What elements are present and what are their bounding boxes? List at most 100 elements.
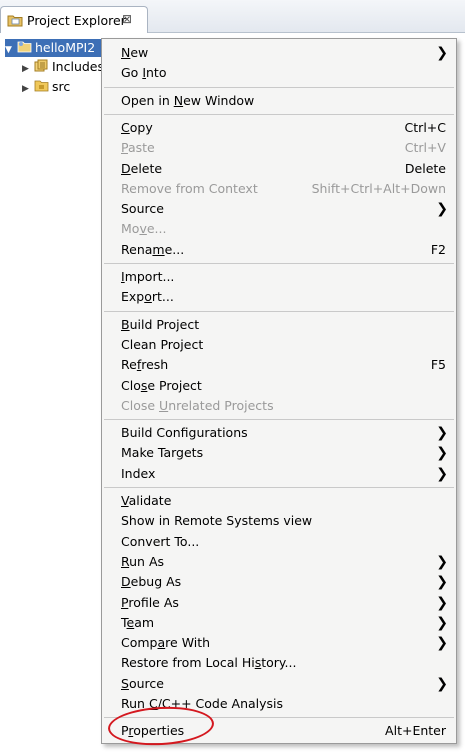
menu-item-new[interactable]: New ❯ bbox=[102, 43, 456, 63]
menu-item-remove-from-context: Remove from Context Shift+Ctrl+Alt+Down bbox=[102, 179, 456, 199]
menu-accelerator: Ctrl+C bbox=[404, 119, 446, 135]
menu-accelerator: F5 bbox=[430, 357, 446, 373]
chevron-right-icon: ❯ bbox=[436, 465, 448, 482]
chevron-right-icon: ❯ bbox=[436, 425, 448, 442]
menu-item-label: Validate bbox=[121, 493, 172, 508]
menu-item-label: Team bbox=[121, 614, 155, 630]
menu-item-delete[interactable]: Delete Delete bbox=[102, 159, 456, 179]
expand-down-icon[interactable]: ▼ bbox=[5, 41, 17, 59]
menu-item-debug-as[interactable]: Debug As ❯ bbox=[102, 572, 456, 592]
menu-item-label: Import... bbox=[121, 269, 175, 284]
chevron-right-icon: ❯ bbox=[436, 553, 448, 570]
menu-item-label: Delete bbox=[121, 160, 163, 176]
menu-item-validate[interactable]: Validate bbox=[102, 491, 456, 511]
chevron-right-icon: ❯ bbox=[436, 201, 448, 218]
menu-item-label: New bbox=[121, 45, 149, 60]
menu-item-paste: Paste Ctrl+V bbox=[102, 138, 456, 158]
tree-item[interactable]: ▶ src bbox=[22, 78, 70, 96]
menu-item-label: Copy bbox=[121, 119, 153, 135]
menu-accelerator: Alt+Enter bbox=[385, 723, 446, 739]
chevron-right-icon: ❯ bbox=[436, 635, 448, 652]
source-folder-icon bbox=[34, 79, 49, 97]
chevron-right-icon: ❯ bbox=[436, 594, 448, 611]
chevron-right-icon: ❯ bbox=[436, 45, 448, 61]
menu-item-profile-as[interactable]: Profile As ❯ bbox=[102, 593, 456, 613]
menu-item-label: Move... bbox=[121, 221, 167, 237]
tree-item[interactable]: ▶ Includes bbox=[22, 58, 104, 76]
menu-item-label: Close Project bbox=[121, 377, 202, 393]
tree-item-label: Includes bbox=[52, 59, 105, 74]
tab-project-explorer[interactable]: Project Explorer ⊠ bbox=[0, 6, 148, 33]
menu-item-team[interactable]: Team ❯ bbox=[102, 613, 456, 633]
menu-item-move: Move... bbox=[102, 219, 456, 239]
menu-item-label: Restore from Local History... bbox=[121, 655, 297, 671]
menu-item-close-project[interactable]: Close Project bbox=[102, 376, 456, 396]
chevron-right-icon: ❯ bbox=[436, 614, 448, 631]
menu-item-export[interactable]: Export... bbox=[102, 287, 456, 307]
menu-item-label: Refresh bbox=[121, 357, 169, 373]
menu-separator bbox=[104, 86, 454, 88]
menu-item-label: Rename... bbox=[121, 241, 185, 257]
menu-item-label: Open in New Window bbox=[121, 92, 255, 108]
menu-separator bbox=[104, 263, 454, 264]
menu-item-source[interactable]: Source ❯ bbox=[102, 674, 456, 694]
includes-icon bbox=[34, 59, 49, 77]
menu-item-show-in-remote-systems-view[interactable]: Show in Remote Systems view bbox=[102, 511, 456, 531]
menu-item-index[interactable]: Index ❯ bbox=[102, 464, 456, 484]
chevron-right-icon: ❯ bbox=[436, 675, 448, 692]
expand-right-icon[interactable]: ▶ bbox=[22, 80, 34, 98]
menu-item-label: Go Into bbox=[121, 65, 167, 81]
menu-item-label: Export... bbox=[121, 289, 174, 305]
menu-item-label: Run As bbox=[121, 553, 165, 569]
menu-item-restore-from-local-history[interactable]: Restore from Local History... bbox=[102, 653, 456, 673]
menu-item-label: Index bbox=[121, 465, 156, 481]
menu-item-label: Paste bbox=[121, 140, 155, 156]
menu-item-close-unrelated-projects: Close Unrelated Projects bbox=[102, 396, 456, 416]
menu-item-label: Compare With bbox=[121, 635, 211, 651]
view-tab-bar: Project Explorer ⊠ bbox=[0, 0, 465, 33]
menu-item-build-project[interactable]: Build Project bbox=[102, 315, 456, 335]
tree-item-label: helloMPI2 bbox=[35, 40, 96, 55]
menu-accelerator: Delete bbox=[404, 160, 446, 176]
menu-item-convert-to[interactable]: Convert To... bbox=[102, 532, 456, 552]
menu-item-source[interactable]: Source ❯ bbox=[102, 199, 456, 219]
tree-item-label: src bbox=[52, 79, 71, 94]
menu-accelerator: F2 bbox=[430, 241, 446, 257]
menu-item-copy[interactable]: Copy Ctrl+C bbox=[102, 118, 456, 138]
menu-item-label: Convert To... bbox=[121, 533, 200, 549]
menu-separator bbox=[104, 419, 454, 421]
menu-item-label: Make Targets bbox=[121, 445, 204, 461]
menu-item-clean-project[interactable]: Clean Project bbox=[102, 335, 456, 355]
menu-item-label: Build Project bbox=[121, 316, 200, 332]
menu-item-go-into[interactable]: Go Into bbox=[102, 63, 456, 83]
project-folder-icon bbox=[17, 40, 32, 58]
menu-item-label: Build Configurations bbox=[121, 425, 248, 441]
menu-item-rename[interactable]: Rename... F2 bbox=[102, 240, 456, 260]
menu-item-label: Remove from Context bbox=[121, 180, 258, 196]
menu-separator bbox=[104, 487, 454, 488]
menu-item-refresh[interactable]: Refresh F5 bbox=[102, 355, 456, 375]
menu-item-open-in-new-window[interactable]: Open in New Window bbox=[102, 91, 456, 111]
menu-item-label: Source bbox=[121, 201, 164, 217]
menu-item-label: Source bbox=[121, 675, 164, 691]
menu-item-label: Clean Project bbox=[121, 336, 204, 352]
menu-item-build-configurations[interactable]: Build Configurations ❯ bbox=[102, 423, 456, 443]
tab-title: Project Explorer bbox=[27, 13, 126, 28]
close-icon[interactable]: ⊠ bbox=[122, 12, 132, 26]
menu-separator bbox=[104, 113, 454, 115]
chevron-right-icon: ❯ bbox=[436, 445, 448, 462]
menu-accelerator: Ctrl+V bbox=[404, 140, 446, 156]
menu-item-run-as[interactable]: Run As ❯ bbox=[102, 552, 456, 572]
menu-item-label: Profile As bbox=[121, 594, 179, 610]
menu-item-label: Close Unrelated Projects bbox=[121, 397, 274, 413]
menu-accelerator: Shift+Ctrl+Alt+Down bbox=[311, 180, 446, 196]
menu-separator bbox=[104, 310, 454, 312]
context-menu: New ❯ Go Into Open in New Window Copy Ctrl+C P… bbox=[101, 38, 457, 744]
chevron-right-icon: ❯ bbox=[436, 574, 448, 591]
menu-item-import[interactable]: Import... bbox=[102, 267, 456, 287]
expand-right-icon[interactable]: ▶ bbox=[22, 60, 34, 78]
menu-item-compare-with[interactable]: Compare With ❯ bbox=[102, 633, 456, 653]
menu-item-make-targets[interactable]: Make Targets ❯ bbox=[102, 443, 456, 463]
tree-item[interactable]: ▼ helloMPI2 bbox=[5, 39, 104, 59]
menu-item-label: Show in Remote Systems view bbox=[121, 513, 313, 529]
